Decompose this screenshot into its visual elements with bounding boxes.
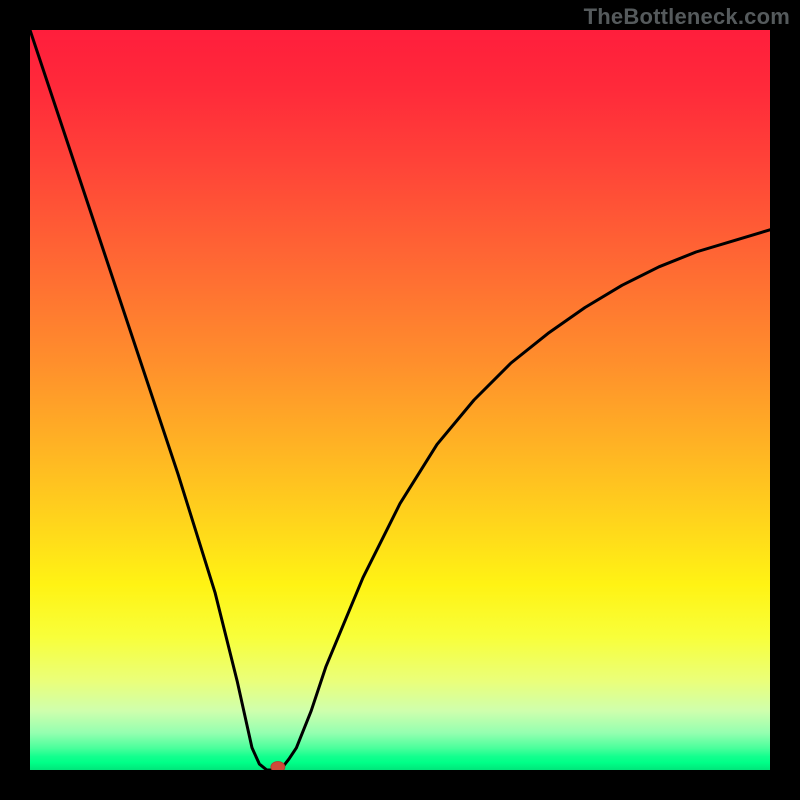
plot-area [30,30,770,770]
bottleneck-curve [30,30,770,770]
chart-frame: TheBottleneck.com [0,0,800,800]
curve-layer [30,30,770,770]
watermark-text: TheBottleneck.com [584,4,790,30]
optimum-marker [271,762,285,771]
